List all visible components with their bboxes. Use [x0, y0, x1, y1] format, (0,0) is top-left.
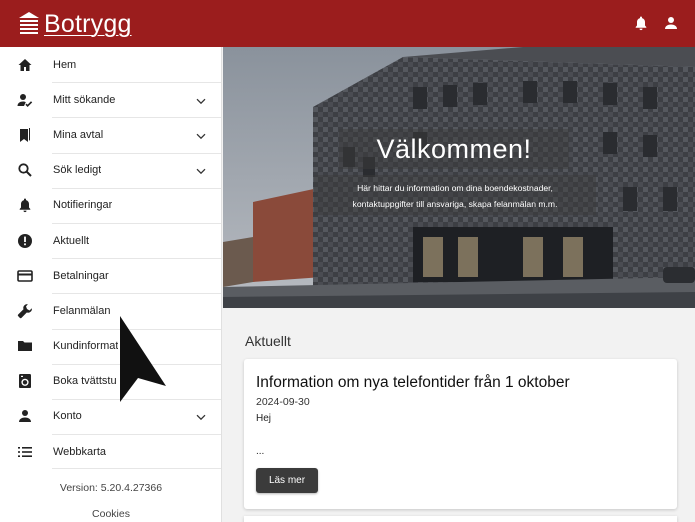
hero-subtitle-line1: Här hittar du information om dina boende… — [357, 183, 553, 193]
sidebar-nav: Hem Mitt sökande Mina avtal Sök ledigt N… — [0, 47, 222, 522]
sidebar-item-label: Sök ledigt — [53, 164, 102, 177]
hero-subtitle-line2: kontaktuppgifter till ansvariga, skapa f… — [352, 199, 558, 209]
bell-icon — [635, 16, 647, 31]
sidebar-divider — [52, 468, 221, 469]
version-text: Version: 5.20.4.27366 — [59, 482, 163, 494]
chevron-down-icon — [196, 168, 206, 175]
notifications-button[interactable] — [633, 15, 649, 31]
search-icon — [18, 163, 32, 177]
chevron-down-icon — [196, 133, 206, 140]
sidebar-item-label: Hem — [53, 58, 77, 71]
sidebar-item-felanmalan[interactable]: Felanmälan — [0, 293, 221, 328]
chevron-down-icon — [196, 415, 206, 421]
person-icon — [19, 410, 31, 423]
sidebar-item-boka-tvattstuga[interactable]: Boka tvättstu — [0, 363, 221, 399]
folder-icon — [18, 341, 32, 352]
sidebar-item-label: Mitt sökande — [53, 93, 116, 106]
brand-logo[interactable]: Botrygg — [17, 9, 132, 39]
hero-banner: Välkommen! Här hittar du information om … — [223, 47, 695, 308]
news-card-body: Hej — [256, 413, 272, 424]
sidebar-item-label: Aktuellt — [53, 234, 90, 247]
alert-circle-icon — [18, 233, 32, 248]
sidebar-item-sok-ledigt[interactable]: Sök ledigt — [0, 152, 221, 188]
sidebar-item-kundinformation[interactable]: Kundinformat — [0, 328, 221, 364]
person-search-icon — [17, 93, 33, 107]
news-card-ellipsis: ... — [256, 446, 265, 457]
sidebar-item-label: Boka tvättstu — [53, 375, 117, 388]
sidebar-item-label: Kundinformat — [53, 340, 119, 353]
read-more-button[interactable]: Läs mer — [256, 468, 318, 493]
cookies-link[interactable]: Cookies — [0, 508, 222, 520]
sidebar-item-webbkarta[interactable]: Webbkarta — [0, 434, 221, 469]
building-stack-icon — [19, 11, 39, 34]
account-button[interactable] — [663, 15, 679, 31]
section-title: Aktuellt — [245, 333, 291, 349]
sidebar-item-betalningar[interactable]: Betalningar — [0, 258, 221, 293]
news-section: Aktuellt Information om nya telefontider… — [223, 308, 695, 522]
credit-card-icon — [17, 269, 33, 282]
sidebar-item-konto[interactable]: Konto — [0, 398, 221, 434]
list-icon — [18, 446, 32, 457]
news-card-date: 2024-09-30 — [256, 396, 310, 408]
mouse-cursor-icon — [120, 316, 166, 402]
sidebar-item-aktuellt[interactable]: Aktuellt — [0, 222, 221, 258]
sidebar-item-label: Betalningar — [53, 269, 109, 282]
sidebar-item-label: Notifieringar — [53, 199, 113, 212]
top-bar: Botrygg — [0, 0, 695, 47]
sidebar-item-mitt-sokande[interactable]: Mitt sökande — [0, 82, 221, 117]
sidebar-item-label: Konto — [53, 410, 82, 423]
sidebar-item-hem[interactable]: Hem — [0, 47, 221, 82]
washing-machine-icon — [19, 374, 31, 389]
news-card-next — [244, 516, 677, 522]
brand-name: Botrygg — [44, 9, 132, 38]
sidebar-item-label: Felanmälan — [53, 304, 111, 317]
bookmarks-icon — [20, 127, 30, 142]
news-card: Information om nya telefontider från 1 o… — [244, 359, 677, 509]
wrench-icon — [17, 304, 32, 319]
bell-icon — [19, 198, 31, 213]
home-icon — [18, 58, 32, 71]
news-card-title[interactable]: Information om nya telefontider från 1 o… — [256, 374, 570, 392]
sidebar-item-mina-avtal[interactable]: Mina avtal — [0, 117, 221, 152]
sidebar-item-label: Webbkarta — [53, 445, 106, 458]
person-icon — [665, 17, 677, 29]
hero-title: Välkommen! — [376, 134, 532, 164]
sidebar-item-label: Mina avtal — [53, 128, 104, 141]
chevron-down-icon — [196, 98, 206, 104]
sidebar-item-notifieringar[interactable]: Notifieringar — [0, 187, 221, 223]
hero-subtitle: Här hittar du information om dina boende… — [314, 180, 596, 212]
